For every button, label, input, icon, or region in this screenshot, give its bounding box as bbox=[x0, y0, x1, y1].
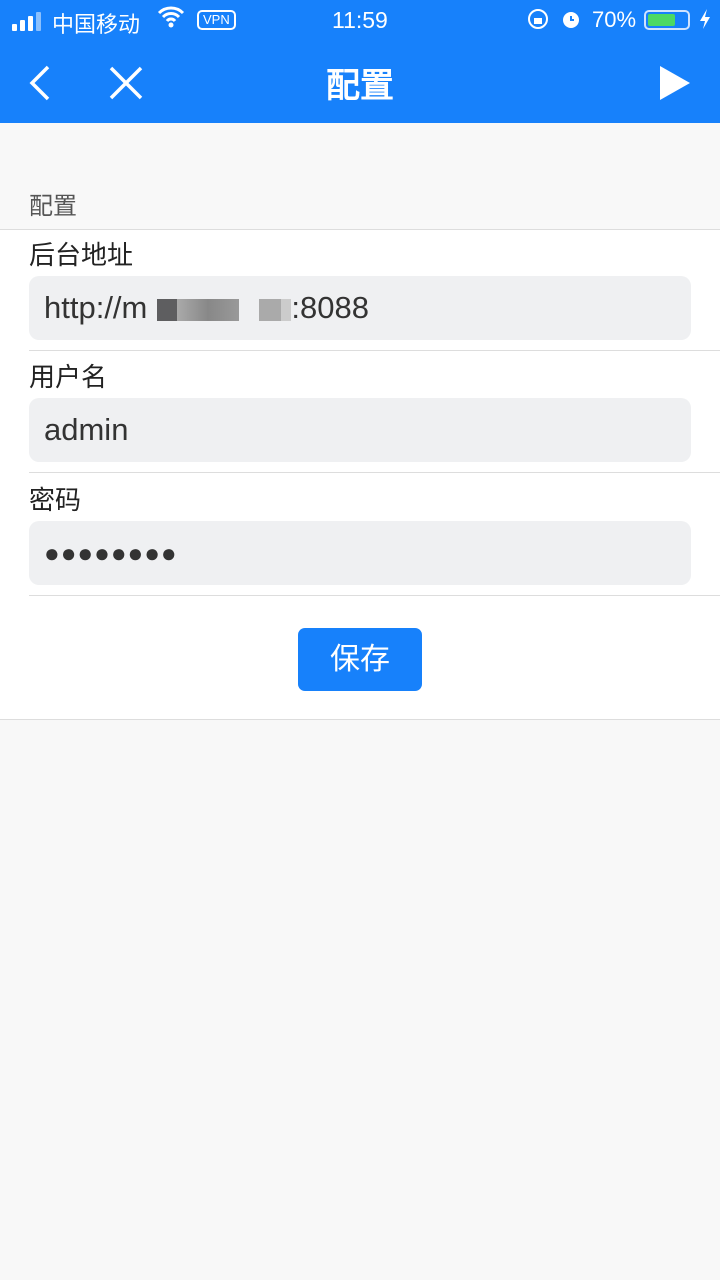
password-field: 密码 ●●●●●●●● bbox=[29, 475, 720, 596]
alarm-icon bbox=[560, 8, 582, 36]
password-label: 密码 bbox=[29, 485, 82, 515]
config-form: 后台地址 http://m :8088 用户名 admin 密码 ●●●●●●●●… bbox=[0, 229, 720, 720]
rotation-lock-icon bbox=[527, 8, 549, 36]
backend-label: 后台地址 bbox=[29, 240, 134, 270]
save-button[interactable]: 保存 bbox=[298, 628, 422, 691]
wifi-icon bbox=[157, 4, 185, 34]
redacted-region bbox=[147, 299, 157, 321]
battery-icon bbox=[644, 10, 690, 30]
username-input[interactable]: admin bbox=[29, 398, 691, 462]
username-label: 用户名 bbox=[29, 362, 108, 392]
username-field: 用户名 admin bbox=[29, 352, 720, 473]
url-prefix: http://m bbox=[44, 290, 148, 325]
vpn-badge: VPN bbox=[197, 10, 236, 30]
backend-url-input[interactable]: http://m :8088 bbox=[29, 276, 691, 340]
battery-percent: 70% bbox=[592, 7, 637, 32]
url-suffix: :8088 bbox=[291, 290, 369, 325]
header: 中国移动 VPN 11:59 70% 配置 bbox=[0, 0, 720, 123]
section-label: 配置 bbox=[29, 193, 77, 220]
play-icon[interactable] bbox=[652, 58, 702, 108]
page-title: 配置 bbox=[326, 67, 394, 105]
signal-icon bbox=[12, 12, 41, 31]
password-input[interactable]: ●●●●●●●● bbox=[29, 521, 691, 585]
backend-field: 后台地址 http://m :8088 bbox=[29, 230, 720, 351]
carrier: 中国移动 bbox=[52, 12, 141, 37]
charging-icon bbox=[698, 8, 712, 36]
status-bar: 中国移动 VPN 11:59 70% bbox=[0, 0, 720, 40]
clock: 11:59 bbox=[332, 7, 388, 33]
nav-bar: 配置 bbox=[0, 40, 720, 123]
